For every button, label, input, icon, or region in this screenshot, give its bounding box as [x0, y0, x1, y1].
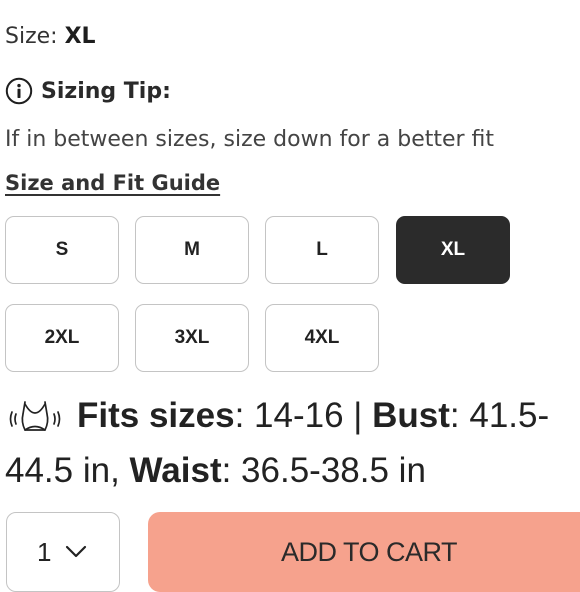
quantity-select[interactable]: 1 — [6, 512, 120, 592]
add-to-cart-button[interactable]: ADD TO CART — [148, 512, 580, 592]
size-option-s[interactable]: S — [5, 216, 119, 284]
bust-label: Bust — [372, 396, 450, 435]
size-option-2xl[interactable]: 2XL — [5, 304, 119, 372]
selected-size-value: XL — [64, 24, 96, 49]
fits-sizes-label: Fits sizes — [77, 396, 235, 435]
size-fit-guide-link[interactable]: Size and Fit Guide — [5, 168, 220, 198]
size-label: Size: — [5, 24, 58, 49]
size-option-xl[interactable]: XL — [396, 216, 510, 284]
waist-label: Waist — [129, 451, 222, 490]
quantity-value: 1 — [37, 536, 52, 567]
add-to-cart-label: ADD TO CART — [281, 536, 458, 567]
sizing-tip-title: Sizing Tip: — [41, 78, 171, 104]
fits-sizes-value: 14-16 — [254, 396, 344, 435]
waist-value: 36.5-38.5 in — [241, 451, 426, 490]
fit-info: Fits sizes: 14-16 | Bust: 41.5-44.5 in, … — [5, 396, 550, 490]
selected-size-line: Size: XL — [5, 22, 96, 52]
chevron-down-icon — [66, 545, 87, 558]
info-icon — [5, 77, 33, 105]
sizing-tip-text: If in between sizes, size down for a bet… — [5, 127, 495, 152]
size-option-4xl[interactable]: 4XL — [265, 304, 379, 372]
fit-separator: | — [353, 396, 363, 435]
sizing-tip-header: Sizing Tip: — [5, 75, 171, 107]
size-option-m[interactable]: M — [135, 216, 249, 284]
size-option-l[interactable]: L — [265, 216, 379, 284]
size-option-3xl[interactable]: 3XL — [135, 304, 249, 372]
